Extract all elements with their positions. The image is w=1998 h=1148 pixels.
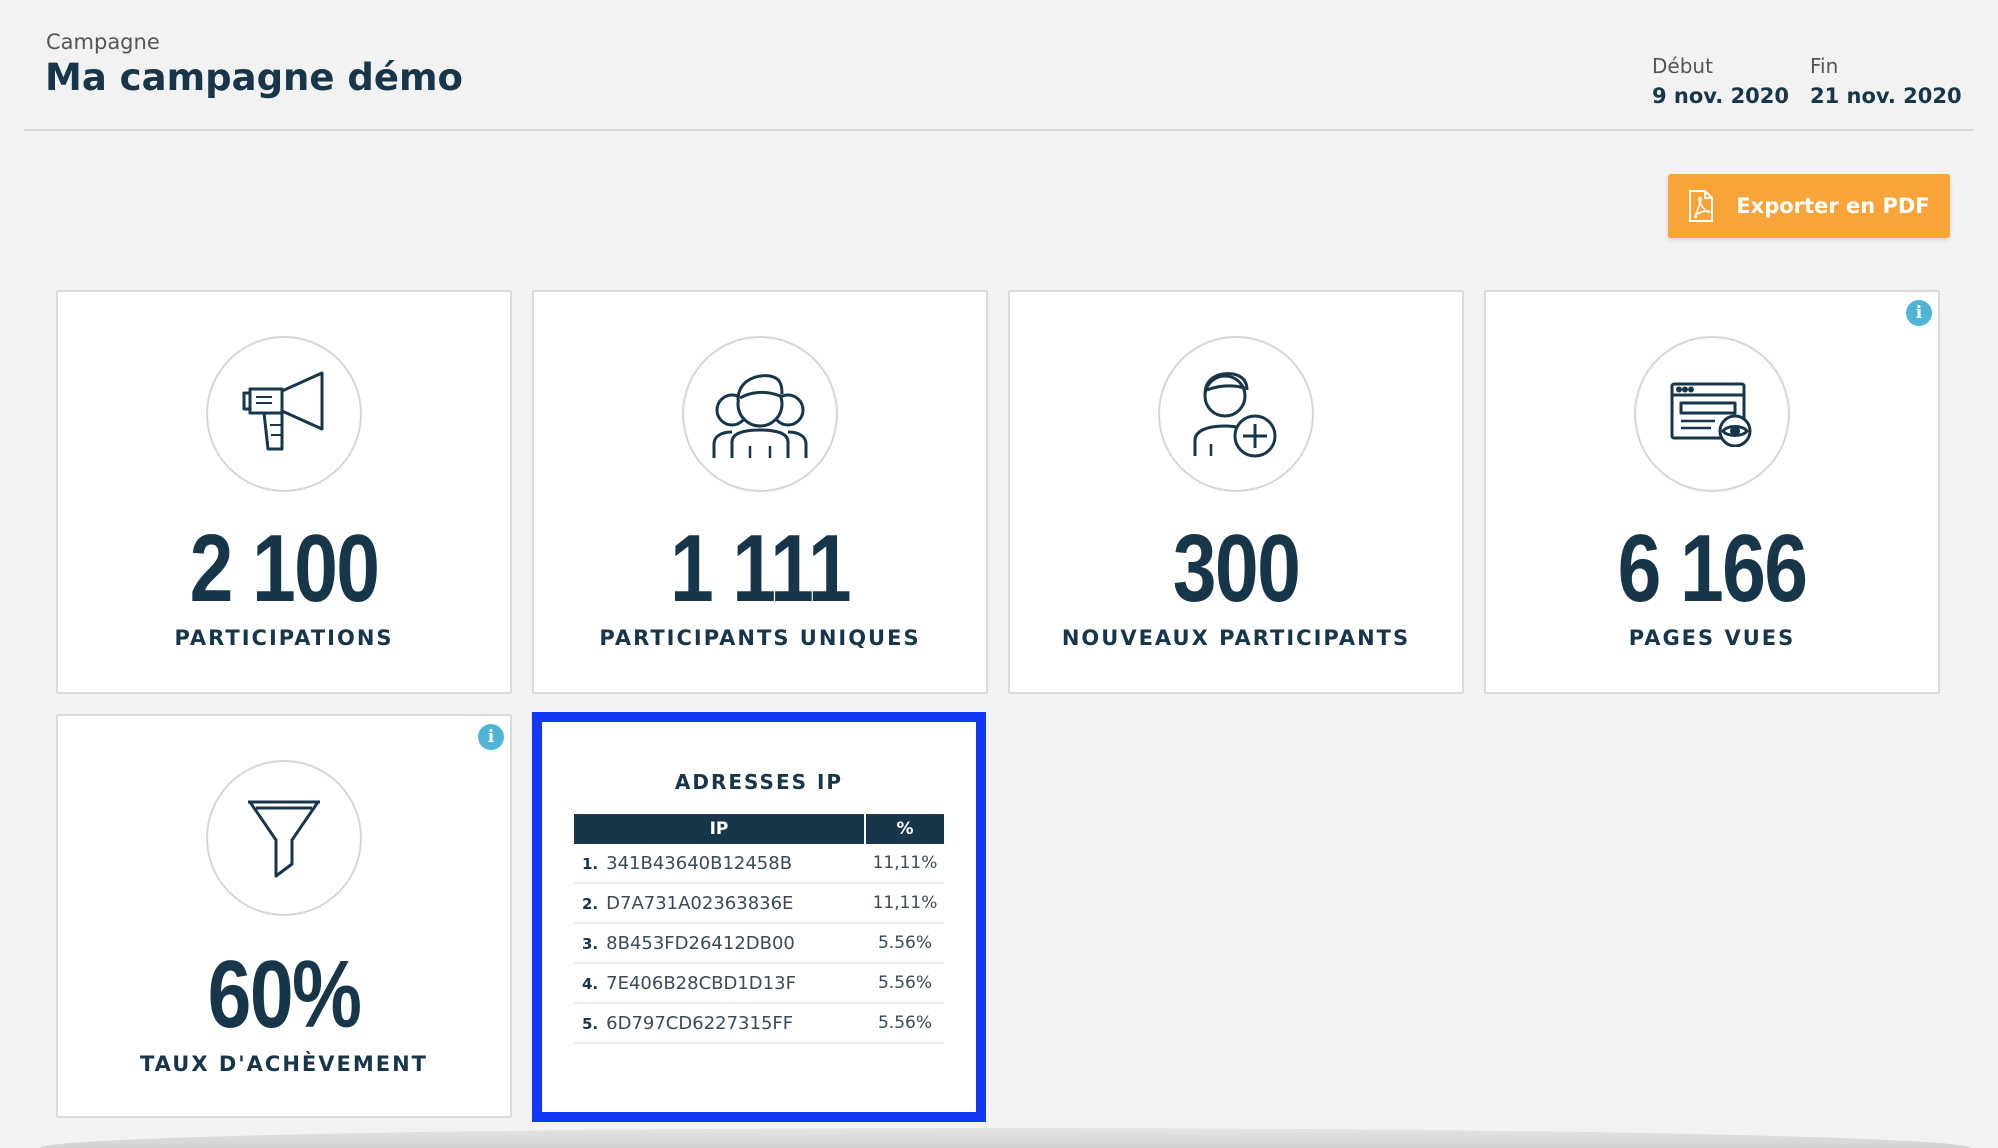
row-ip: 341B43640B12458B xyxy=(606,852,793,874)
end-date-block: Fin 21 nov. 2020 xyxy=(1810,54,1962,108)
stat-card-page-views: i 6 166 PAGES VUES xyxy=(1484,290,1940,694)
funnel-icon xyxy=(206,760,362,916)
row-rank: 3. xyxy=(582,934,599,953)
table-row: 5. 6D797CD6227315FF 5.56% xyxy=(574,1004,944,1044)
user-add-icon xyxy=(1158,336,1314,492)
stat-label: PARTICIPANTS UNIQUES xyxy=(599,626,921,650)
row-percent: 11,11% xyxy=(872,853,938,873)
start-date-label: Début xyxy=(1652,54,1713,78)
stat-label: TAUX D'ACHÈVEMENT xyxy=(139,1052,429,1076)
column-header-percent: % xyxy=(866,814,944,844)
row-ip: 7E406B28CBD1D13F xyxy=(606,972,796,994)
row-percent: 5.56% xyxy=(877,973,932,993)
stat-label: NOUVEAUX PARTICIPANTS xyxy=(1061,626,1411,650)
header-divider xyxy=(24,129,1974,131)
row-rank: 1. xyxy=(582,854,599,873)
stat-card-completion-rate: i 60% TAUX D'ACHÈVEMENT xyxy=(56,714,512,1118)
megaphone-icon xyxy=(206,336,362,492)
export-pdf-button[interactable]: Exporter en PDF xyxy=(1668,174,1950,238)
stat-label: PARTICIPATIONS xyxy=(174,626,394,650)
row-percent: 5.56% xyxy=(877,933,932,953)
end-date-value: 21 nov. 2020 xyxy=(1810,84,1962,108)
stat-card-participations: 2 100 PARTICIPATIONS xyxy=(56,290,512,694)
ip-table: IP % 1. 341B43640B12458B 11,11% 2. D7A731A… xyxy=(574,814,944,1044)
start-date-block: Début 9 nov. 2020 xyxy=(1652,54,1789,108)
date-range: Début 9 nov. 2020 Fin 21 nov. 2020 xyxy=(1598,54,1998,114)
table-row: 2. D7A731A02363836E 11,11% xyxy=(574,884,944,924)
table-row: 4. 7E406B28CBD1D13F 5.56% xyxy=(574,964,944,1004)
stat-value: 1 111 xyxy=(669,515,852,622)
page-title: Ma campagne démo xyxy=(45,56,463,99)
info-icon[interactable]: i xyxy=(1906,300,1932,326)
stat-value: 60% xyxy=(207,941,362,1048)
row-rank: 2. xyxy=(582,894,599,913)
stat-value: 300 xyxy=(1172,515,1301,622)
stat-value: 6 166 xyxy=(1617,515,1808,622)
ip-card-title: ADRESSES IP xyxy=(674,770,844,794)
browser-eye-icon xyxy=(1634,336,1790,492)
stat-card-unique-participants: 1 111 PARTICIPANTS UNIQUES xyxy=(532,290,988,694)
row-percent: 5.56% xyxy=(877,1013,932,1033)
pdf-file-icon xyxy=(1688,190,1714,222)
ip-addresses-card: ADRESSES IP IP % 1. 341B43640B12458B 11,1… xyxy=(532,712,986,1122)
row-ip: 8B453FD26412DB00 xyxy=(606,932,795,954)
info-icon[interactable]: i xyxy=(478,724,504,750)
stat-card-new-participants: 300 NOUVEAUX PARTICIPANTS xyxy=(1008,290,1464,694)
row-rank: 4. xyxy=(582,974,599,993)
column-header-ip: IP xyxy=(574,814,864,844)
stat-label: PAGES VUES xyxy=(1628,626,1796,650)
group-icon xyxy=(682,336,838,492)
row-ip: D7A731A02363836E xyxy=(606,892,794,914)
stat-value: 2 100 xyxy=(189,515,380,622)
table-row: 3. 8B453FD26412DB00 5.56% xyxy=(574,924,944,964)
campaign-label: Campagne xyxy=(46,30,160,54)
page-header: Campagne Ma campagne démo Début 9 nov. 2… xyxy=(0,0,1998,132)
row-percent: 11,11% xyxy=(872,893,938,913)
page-bottom-edge xyxy=(40,1128,1970,1148)
row-ip: 6D797CD6227315FF xyxy=(606,1012,794,1034)
table-row: 1. 341B43640B12458B 11,11% xyxy=(574,844,944,884)
start-date-value: 9 nov. 2020 xyxy=(1652,84,1790,108)
export-pdf-label: Exporter en PDF xyxy=(1736,194,1930,218)
row-rank: 5. xyxy=(582,1014,599,1033)
ip-table-header: IP % xyxy=(574,814,944,844)
end-date-label: Fin xyxy=(1810,54,1839,78)
